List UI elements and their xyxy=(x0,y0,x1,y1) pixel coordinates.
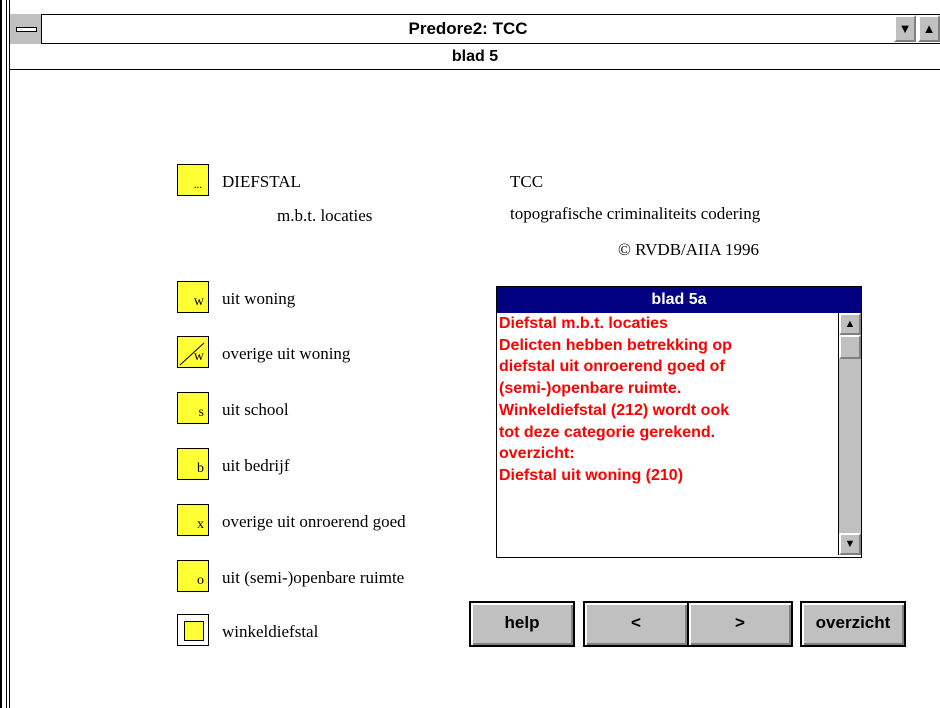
category-label[interactable]: uit woning xyxy=(222,289,295,309)
category-label[interactable]: winkeldiefstal xyxy=(222,622,318,642)
popup-line: overzicht: xyxy=(499,445,575,463)
overview-button[interactable]: overzicht xyxy=(800,601,906,647)
letter-s-icon[interactable]: s xyxy=(177,392,209,424)
info-title: TCC xyxy=(510,172,544,191)
letter-w-icon[interactable]: w xyxy=(177,281,209,313)
next-button[interactable]: > xyxy=(687,601,793,647)
popup-line: tot deze categorie gerekend. xyxy=(499,423,716,441)
popup-line: Delicten hebben betrekking op xyxy=(499,336,732,354)
popup-title[interactable]: blad 5a xyxy=(497,287,861,313)
previous-button[interactable]: < xyxy=(583,601,689,647)
inner-square-icon[interactable] xyxy=(177,614,209,646)
window-title: Predore2: TCC xyxy=(408,19,528,38)
popup-line: diefstal uit onroerend goed of xyxy=(499,358,725,376)
category-label[interactable]: overige uit onroerend goed xyxy=(222,512,406,532)
info-subtitle: topografische criminaliteits codering xyxy=(510,204,761,223)
scroll-thumb[interactable] xyxy=(839,335,861,359)
letter-b-icon[interactable]: b xyxy=(177,448,209,480)
heading-subtitle: m.b.t. locaties xyxy=(277,206,373,225)
category-label[interactable]: uit (semi-)openbare ruimte xyxy=(222,568,404,588)
scroll-down-button[interactable]: ▼ xyxy=(839,533,861,555)
popup-line: Diefstal uit woning (210) xyxy=(499,466,684,484)
window-border xyxy=(6,0,10,708)
sheet-title: blad 5 xyxy=(451,48,499,65)
popup-line: Diefstal m.b.t. locaties xyxy=(499,315,668,332)
category-label[interactable]: uit bedrijf xyxy=(222,456,290,476)
crossed-w-icon[interactable]: w xyxy=(177,336,209,368)
category-label[interactable]: overige uit woning xyxy=(222,344,350,364)
maximize-button[interactable]: ▲ xyxy=(918,15,940,42)
heading-title: DIEFSTAL xyxy=(222,172,301,191)
copyright-notice: © RVDB/AIIA 1996 xyxy=(618,240,759,259)
diefstal-category-icon[interactable]: ... xyxy=(177,164,209,196)
popup-body: Diefstal m.b.t. locaties Delicten hebben… xyxy=(499,313,837,553)
popup-scrollbar[interactable]: ▲ ▼ xyxy=(838,313,861,555)
popup-line: (semi-)openbare ruimte. xyxy=(499,380,682,398)
letter-x-icon[interactable]: x xyxy=(177,504,209,536)
system-menu-icon xyxy=(16,27,37,32)
minimize-button[interactable]: ▼ xyxy=(894,15,916,42)
scroll-up-button[interactable]: ▲ xyxy=(839,313,861,335)
system-menu-button[interactable] xyxy=(10,14,42,44)
category-label[interactable]: uit school xyxy=(222,400,289,420)
letter-o-icon[interactable]: o xyxy=(177,560,209,592)
popup-line: Winkeldiefstal (212) wordt ook xyxy=(499,401,730,419)
help-button[interactable]: help xyxy=(469,601,575,647)
